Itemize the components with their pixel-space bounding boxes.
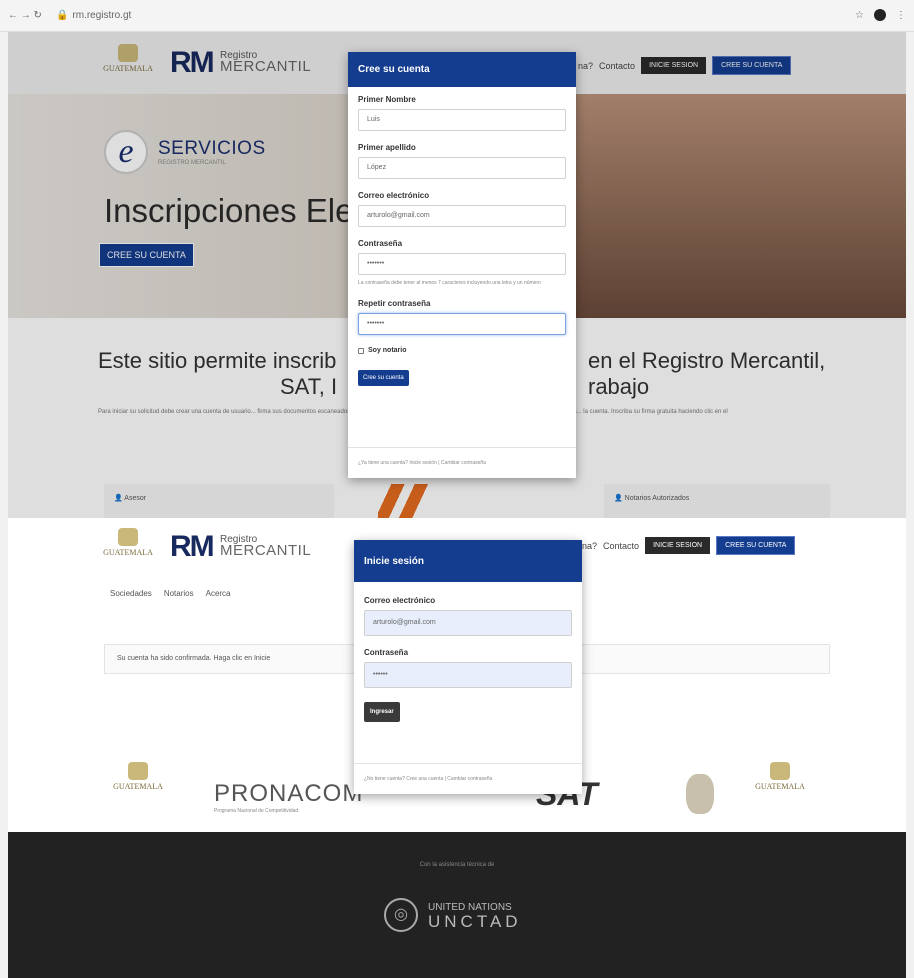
- un-globe-icon: ◎: [384, 898, 418, 932]
- signup-submit-button[interactable]: Cree su cuenta: [358, 370, 409, 386]
- notary-checkbox-label: Soy notario: [368, 347, 407, 354]
- last-name-input[interactable]: López: [358, 157, 566, 179]
- browser-nav-buttons[interactable]: ← → ↻: [8, 10, 42, 21]
- profile-avatar-icon[interactable]: [874, 9, 886, 21]
- address-bar-url: rm.registro.gt: [72, 10, 132, 21]
- guatemala-logo-2: GUATEMALA: [100, 528, 156, 568]
- ministry-emblem-icon: [686, 774, 714, 814]
- login-modal-title: Inicie sesión: [354, 540, 582, 582]
- subnav-acerca[interactable]: Acerca: [206, 589, 231, 598]
- signup-modal: Cree su cuenta Primer Nombre Luis Primer…: [348, 52, 576, 478]
- guatemala-crest-icon: [118, 528, 138, 546]
- browser-nav-icons[interactable]: ← → ↻: [8, 10, 42, 21]
- login-password-input[interactable]: ••••••: [364, 662, 572, 688]
- login-password-label: Contraseña: [364, 648, 409, 657]
- partner-guatemala-left: GUATEMALA: [108, 762, 168, 802]
- repeat-password-input[interactable]: •••••••: [358, 313, 566, 335]
- login-modal-links[interactable]: ¿No tiene cuenta? Cree una cuenta | Camb…: [354, 763, 582, 794]
- subnav-sociedades[interactable]: Sociedades: [110, 589, 152, 598]
- create-account-button-2[interactable]: CREE SU CUENTA: [716, 536, 796, 555]
- signup-modal-links[interactable]: ¿Ya tiene una cuenta? Inicie sesión | Ca…: [348, 447, 576, 478]
- unctad-logo: ◎ UNITED NATIONS UNCTAD: [384, 898, 522, 932]
- address-bar[interactable]: 🔒 rm.registro.gt: [56, 10, 131, 21]
- notary-checkbox[interactable]: Soy notario: [358, 347, 566, 354]
- partner-guatemala-right: GUATEMALA: [750, 762, 810, 802]
- signup-modal-title: Cree su cuenta: [348, 52, 576, 87]
- nav-contact-2[interactable]: Contacto: [603, 541, 639, 551]
- login-email-input[interactable]: arturolo@gmail.com: [364, 610, 572, 636]
- bookmark-star-icon[interactable]: ☆: [855, 10, 864, 21]
- login-button-2[interactable]: INICIE SESION: [645, 537, 711, 554]
- browser-menu-icon[interactable]: ⋮: [896, 10, 906, 21]
- first-name-label: Primer Nombre: [358, 95, 416, 104]
- pronacom-logo: PRONACOM Programa Nacional de Competitiv…: [214, 780, 364, 814]
- last-name-label: Primer apellido: [358, 143, 416, 152]
- signup-email-input[interactable]: arturolo@gmail.com: [358, 205, 566, 227]
- guatemala-crest-icon: [770, 762, 790, 780]
- password-hint: La contraseña debe tener al menos 7 cara…: [358, 280, 541, 286]
- lock-icon: 🔒: [55, 10, 69, 21]
- first-name-input[interactable]: Luis: [358, 109, 566, 131]
- nav-faq-2[interactable]: na?: [582, 541, 597, 551]
- signup-email-label: Correo electrónico: [358, 191, 430, 200]
- registro-mercantil-logo-text-2: Registro MERCANTIL: [220, 534, 312, 559]
- page-viewport: GUATEMALA RM Registro MERCANTIL na? Cont…: [8, 32, 906, 978]
- rm-logo-2[interactable]: RM: [170, 530, 215, 564]
- top-nav-2: na? Contacto INICIE SESION CREE SU CUENT…: [582, 536, 796, 555]
- repeat-password-label: Repetir contraseña: [358, 299, 431, 308]
- guatemala-crest-icon: [128, 762, 148, 780]
- login-submit-button[interactable]: Ingresar: [364, 702, 400, 722]
- assistance-text: Con la asistencia técnica de: [419, 862, 495, 868]
- login-modal: Inicie sesión Correo electrónico arturol…: [354, 540, 582, 794]
- sub-nav: Sociedades Notarios Acerca: [110, 589, 231, 598]
- browser-toolbar: ← → ↻ 🔒 rm.registro.gt ☆ ⋮: [0, 0, 914, 32]
- checkbox-icon[interactable]: [358, 347, 364, 354]
- login-email-label: Correo electrónico: [364, 596, 436, 605]
- site-footer: Con la asistencia técnica de ◎ UNITED NA…: [8, 832, 906, 978]
- subnav-notarios[interactable]: Notarios: [164, 589, 194, 598]
- signup-password-input[interactable]: •••••••: [358, 253, 566, 275]
- signup-password-label: Contraseña: [358, 239, 403, 248]
